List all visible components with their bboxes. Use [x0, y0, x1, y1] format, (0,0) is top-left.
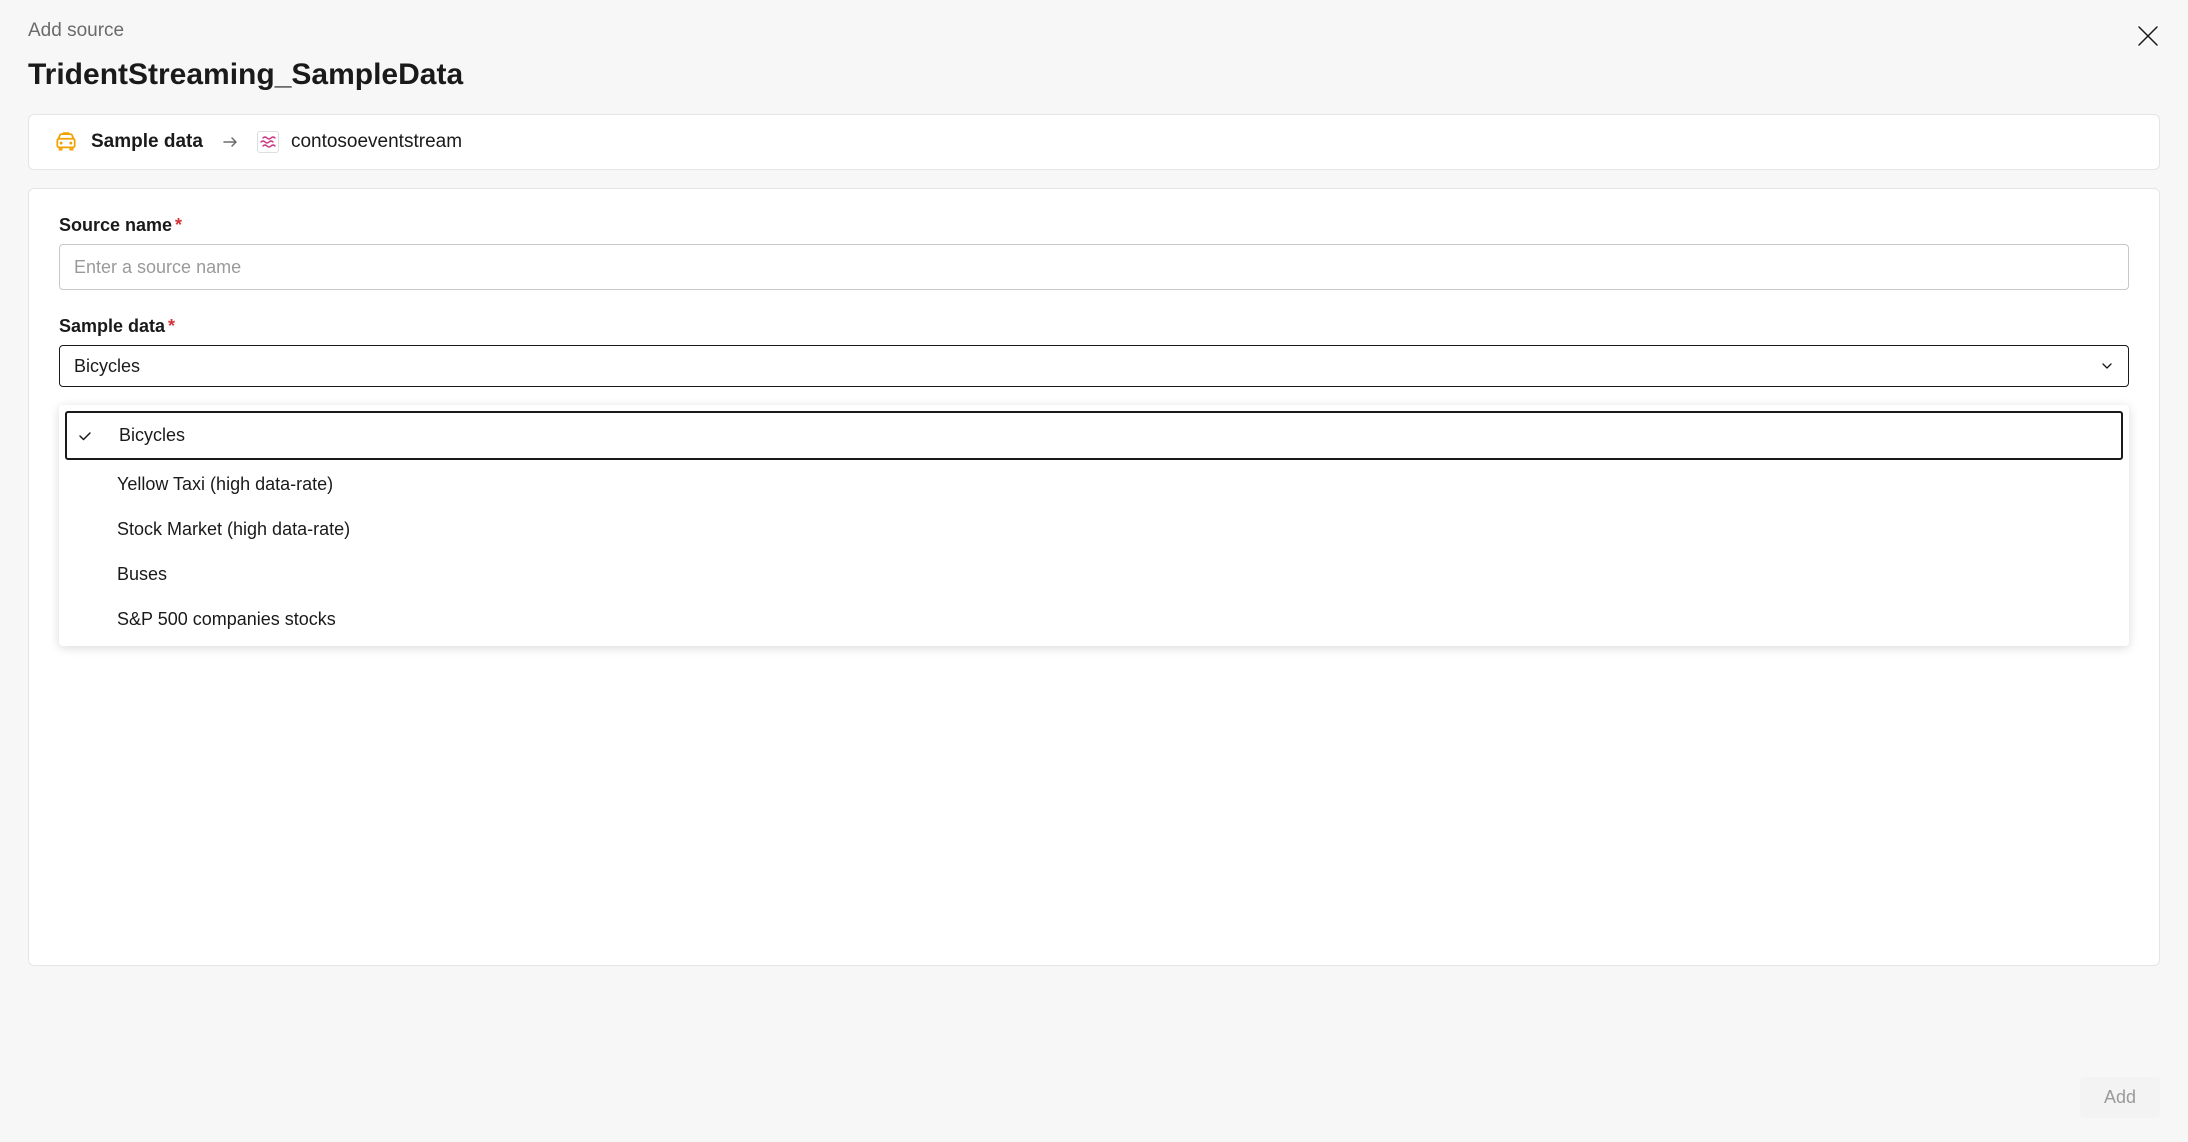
dropdown-option-stock-market[interactable]: Stock Market (high data-rate)	[59, 507, 2129, 552]
eventstream-icon	[257, 131, 279, 153]
footer: Add	[2080, 1077, 2160, 1118]
source-name-label: Source name*	[59, 215, 2129, 236]
arrow-right-icon	[221, 133, 239, 151]
breadcrumb: Sample data contosoeventstream	[28, 114, 2160, 170]
dropdown-option-yellow-taxi[interactable]: Yellow Taxi (high data-rate)	[59, 462, 2129, 507]
check-icon	[77, 428, 93, 444]
breadcrumb-source-label: Sample data	[91, 131, 203, 153]
form-card: Source name* Sample data* Bicycles Bic	[28, 188, 2160, 966]
page-title: TridentStreaming_SampleData	[28, 58, 2160, 92]
add-button[interactable]: Add	[2080, 1077, 2160, 1118]
dropdown-list: Bicycles Yellow Taxi (high data-rate) St…	[59, 405, 2129, 646]
required-asterisk: *	[175, 215, 182, 235]
header-label: Add source	[28, 20, 2160, 42]
breadcrumb-source: Sample data	[53, 129, 203, 155]
sample-data-label: Sample data*	[59, 316, 2129, 337]
breadcrumb-destination: contosoeventstream	[257, 131, 462, 153]
dropdown-option-sp500[interactable]: S&P 500 companies stocks	[59, 597, 2129, 642]
sample-data-select[interactable]: Bicycles	[59, 345, 2129, 387]
dropdown-option-buses[interactable]: Buses	[59, 552, 2129, 597]
chevron-down-icon	[2100, 359, 2114, 373]
select-value: Bicycles	[74, 356, 140, 377]
breadcrumb-destination-label: contosoeventstream	[291, 131, 462, 153]
close-button[interactable]	[2136, 24, 2160, 48]
source-name-input[interactable]	[59, 244, 2129, 290]
required-asterisk: *	[168, 316, 175, 336]
dropdown-option-bicycles[interactable]: Bicycles	[65, 411, 2123, 460]
taxi-icon	[53, 129, 79, 155]
close-icon	[2137, 25, 2159, 47]
